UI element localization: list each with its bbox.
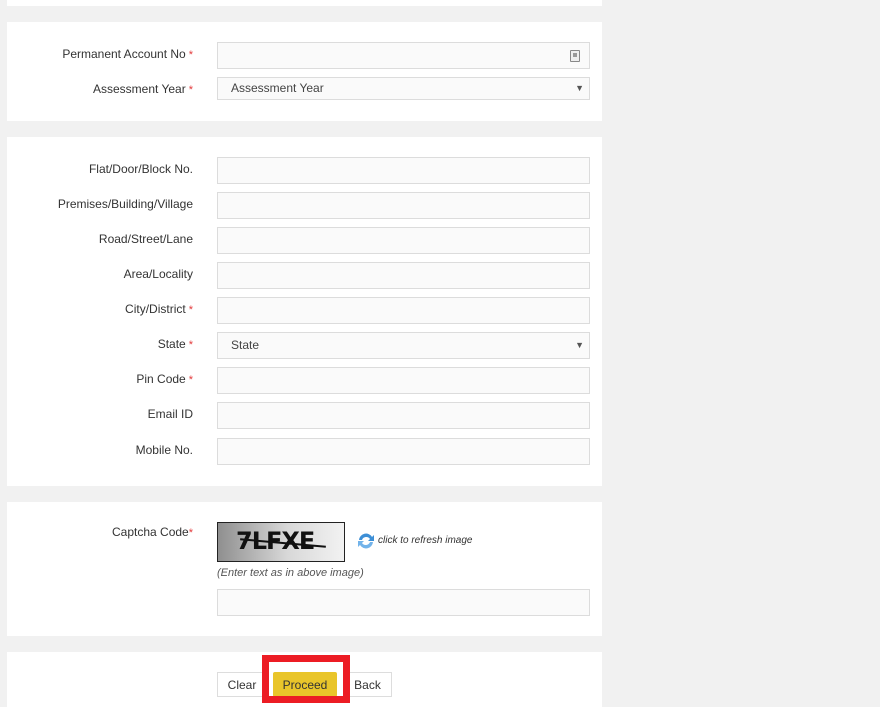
refresh-icon[interactable] xyxy=(356,531,376,551)
captcha-input-field[interactable] xyxy=(218,590,589,615)
city-input-field[interactable] xyxy=(218,298,589,323)
button-group: Clear Proceed Back xyxy=(217,672,392,698)
city-label: City/District * xyxy=(125,302,193,316)
captcha-label: Captcha Code* xyxy=(112,525,193,539)
flat-input-field[interactable] xyxy=(218,158,589,183)
top-panel xyxy=(7,0,602,6)
address-panel: Flat/Door/Block No. Premises/Building/Vi… xyxy=(7,137,602,486)
road-input-field[interactable] xyxy=(218,228,589,253)
proceed-button[interactable]: Proceed xyxy=(273,672,337,697)
required-marker: * xyxy=(188,339,193,351)
email-row: Email ID xyxy=(7,402,602,429)
actions-panel: Clear Proceed Back xyxy=(7,652,602,707)
flat-row: Flat/Door/Block No. xyxy=(7,157,602,184)
pan-label: Permanent Account No * xyxy=(62,47,193,61)
premises-input-field[interactable] xyxy=(218,193,589,218)
road-label: Road/Street/Lane xyxy=(98,232,193,246)
chevron-down-icon: ▼ xyxy=(575,83,584,93)
area-label: Area/Locality xyxy=(123,267,193,281)
captcha-hint: (Enter text as in above image) xyxy=(217,567,364,579)
pan-row: Permanent Account No * xyxy=(7,42,602,69)
back-button[interactable]: Back xyxy=(343,672,392,697)
captcha-input[interactable] xyxy=(217,589,590,616)
premises-input[interactable] xyxy=(217,192,590,219)
pan-input[interactable] xyxy=(217,42,590,69)
premises-row: Premises/Building/Village xyxy=(7,192,602,219)
road-row: Road/Street/Lane xyxy=(7,227,602,254)
pin-input[interactable] xyxy=(217,367,590,394)
assessment-year-selected: Assessment Year xyxy=(231,81,324,95)
flat-input[interactable] xyxy=(217,157,590,184)
mobile-row: Mobile No. xyxy=(7,438,602,465)
flat-label: Flat/Door/Block No. xyxy=(88,162,193,176)
required-marker: * xyxy=(188,374,193,386)
clear-button[interactable]: Clear xyxy=(217,672,267,697)
area-input[interactable] xyxy=(217,262,590,289)
state-select[interactable]: State ▼ xyxy=(217,332,590,359)
captcha-panel: Captcha Code* 7LFXE click to refresh ima… xyxy=(7,502,602,636)
mobile-input[interactable] xyxy=(217,438,590,465)
pan-input-field[interactable] xyxy=(218,43,589,68)
state-row: State * State ▼ xyxy=(7,332,602,359)
road-input[interactable] xyxy=(217,227,590,254)
state-selected: State xyxy=(231,338,260,352)
assessment-year-label: Assessment Year * xyxy=(93,82,193,96)
email-label: Email ID xyxy=(147,407,193,421)
assessment-year-row: Assessment Year * Assessment Year ▼ xyxy=(7,77,602,104)
email-input-field[interactable] xyxy=(218,403,589,428)
city-row: City/District * xyxy=(7,297,602,324)
required-marker: * xyxy=(188,304,193,316)
id-card-icon xyxy=(570,50,580,62)
premises-label: Premises/Building/Village xyxy=(57,197,193,211)
chevron-down-icon: ▼ xyxy=(575,340,584,350)
pan-panel: Permanent Account No * Assessment Year * A… xyxy=(7,22,602,121)
assessment-year-select[interactable]: Assessment Year ▼ xyxy=(217,77,590,100)
required-marker: * xyxy=(188,527,193,539)
mobile-input-field[interactable] xyxy=(218,439,589,464)
pin-label: Pin Code * xyxy=(136,372,193,386)
required-marker: * xyxy=(188,49,193,61)
email-input[interactable] xyxy=(217,402,590,429)
captcha-image: 7LFXE xyxy=(217,522,345,562)
city-input[interactable] xyxy=(217,297,590,324)
required-marker: * xyxy=(188,84,193,96)
area-input-field[interactable] xyxy=(218,263,589,288)
refresh-link[interactable]: click to refresh image xyxy=(378,535,472,546)
state-label: State * xyxy=(157,337,193,351)
pin-row: Pin Code * xyxy=(7,367,602,394)
area-row: Area/Locality xyxy=(7,262,602,289)
mobile-label: Mobile No. xyxy=(135,443,193,457)
pin-input-field[interactable] xyxy=(218,368,589,393)
